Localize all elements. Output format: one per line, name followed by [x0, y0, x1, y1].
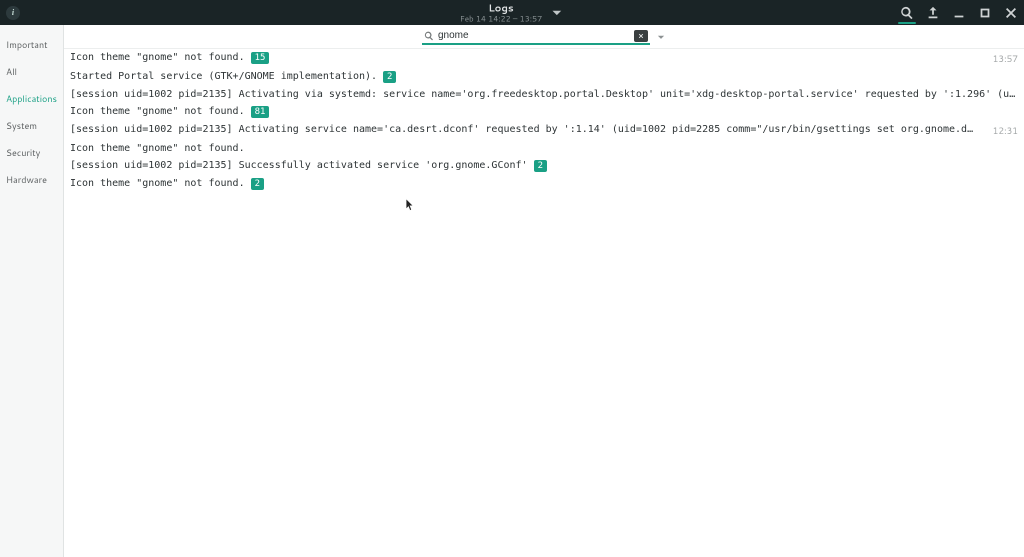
sidebar-item-hardware[interactable]: Hardware	[0, 166, 63, 193]
sidebar-item-all[interactable]: All	[0, 58, 63, 85]
sidebar-item-label: All	[6, 65, 17, 78]
log-row[interactable]: [session uid=1002 pid=2135] Activating s…	[64, 121, 1024, 140]
sidebar-item-system[interactable]: System	[0, 112, 63, 139]
log-row[interactable]: Icon theme "gnome" not found. 15 13:57	[64, 49, 1024, 68]
header-search-button[interactable]	[900, 6, 914, 20]
log-row[interactable]: [session uid=1002 pid=2135] Successfully…	[64, 157, 1024, 175]
app-icon: i	[6, 6, 20, 20]
sidebar-item-label: Important	[6, 38, 48, 51]
search-toolbar	[64, 25, 1024, 49]
search-options-dropdown-icon[interactable]	[656, 32, 666, 42]
title-dropdown-icon[interactable]	[550, 6, 564, 20]
sidebar-item-label: Hardware	[6, 173, 47, 186]
header-bar: i Logs Feb 14 14:22 – 13:57	[0, 0, 1024, 25]
sidebar: Important All Applications System Securi…	[0, 25, 64, 557]
window-subtitle: Feb 14 14:22 – 13:57	[460, 14, 542, 22]
log-row[interactable]: Icon theme "gnome" not found. 81	[64, 103, 1024, 121]
backspace-x-icon	[638, 33, 644, 39]
clear-search-button[interactable]	[634, 30, 648, 42]
count-badge: 2	[383, 71, 396, 83]
search-box[interactable]	[422, 28, 650, 45]
count-badge: 2	[534, 160, 547, 172]
title-block[interactable]: Logs Feb 14 14:22 – 13:57	[460, 3, 542, 22]
search-icon	[900, 6, 914, 20]
log-row[interactable]: Icon theme "gnome" not found.	[64, 140, 1024, 157]
sidebar-item-security[interactable]: Security	[0, 139, 63, 166]
log-message: Started Portal service (GTK+/GNOME imple…	[70, 71, 377, 82]
log-message: Icon theme "gnome" not found.	[70, 106, 245, 117]
close-icon[interactable]	[1004, 6, 1018, 20]
sidebar-item-label: Applications	[6, 92, 57, 105]
sidebar-item-label: Security	[6, 146, 40, 159]
log-row[interactable]: Started Portal service (GTK+/GNOME imple…	[64, 68, 1024, 86]
maximize-icon[interactable]	[978, 6, 992, 20]
log-message: [session uid=1002 pid=2135] Successfully…	[70, 160, 528, 171]
log-message: [session uid=1002 pid=2135] Activating s…	[70, 124, 979, 135]
count-badge: 81	[251, 106, 270, 118]
log-message: [session uid=1002 pid=2135] Activating v…	[70, 89, 1018, 100]
sidebar-item-important[interactable]: Important	[0, 31, 63, 58]
count-badge: 15	[251, 52, 270, 64]
log-row[interactable]: [session uid=1002 pid=2135] Activating v…	[64, 86, 1024, 103]
log-time: 12:31	[985, 124, 1018, 137]
log-message: Icon theme "gnome" not found.	[70, 143, 245, 154]
count-badge: 2	[251, 178, 264, 190]
export-icon[interactable]	[926, 6, 940, 20]
log-row[interactable]: Icon theme "gnome" not found. 2	[64, 175, 1024, 193]
log-list[interactable]: Icon theme "gnome" not found. 15 13:57 S…	[64, 49, 1024, 557]
minimize-icon[interactable]	[952, 6, 966, 20]
sidebar-item-applications[interactable]: Applications	[0, 85, 63, 112]
search-icon	[424, 31, 434, 41]
sidebar-item-label: System	[6, 119, 37, 132]
log-time: 13:57	[985, 52, 1018, 65]
search-input[interactable]	[438, 30, 634, 41]
log-message: Icon theme "gnome" not found.	[70, 52, 245, 63]
log-message: Icon theme "gnome" not found.	[70, 178, 245, 189]
